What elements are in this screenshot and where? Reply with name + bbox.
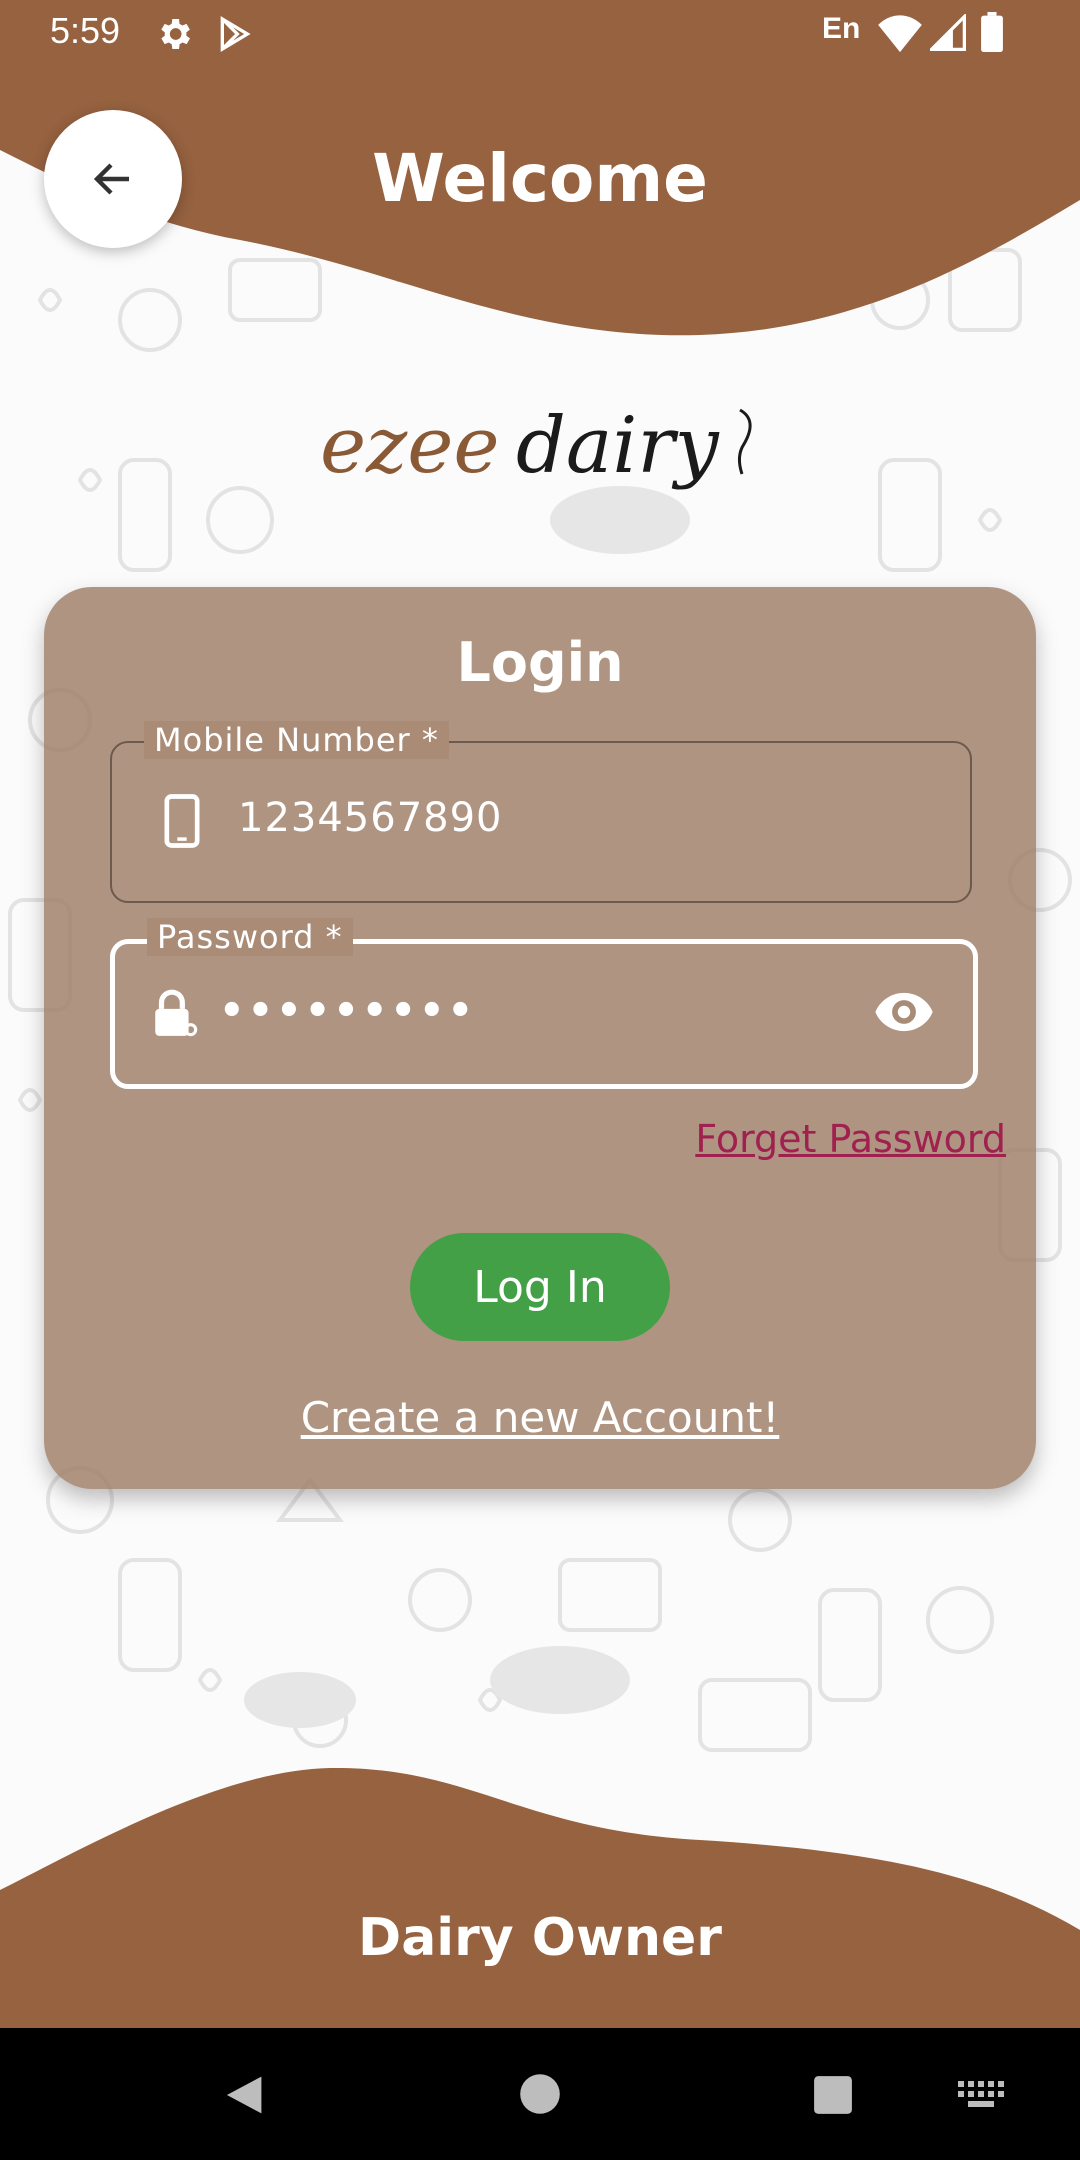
navigation-bar <box>0 2028 1080 2160</box>
footer-wave <box>0 1767 1080 2030</box>
recents-square-icon[interactable] <box>812 2074 854 2116</box>
keyboard-icon[interactable] <box>958 2080 1006 2110</box>
back-triangle-icon[interactable] <box>220 2072 266 2118</box>
role-label: Dairy Owner <box>358 1908 722 1968</box>
eye-icon[interactable] <box>873 988 935 1036</box>
login-screen: 5:59 En Welcome ezee dairy Login Mobile … <box>0 0 1080 2160</box>
mobile-number-field[interactable]: Mobile Number * 1234567890 <box>110 721 972 903</box>
password-field[interactable]: Password * ••••••••• <box>110 918 978 1089</box>
gear-icon <box>161 19 190 49</box>
password-value: ••••••••• <box>219 988 477 1034</box>
signal-icon <box>930 14 966 51</box>
wifi-icon <box>878 15 922 53</box>
forgot-password-link[interactable]: Forget Password <box>695 1117 1006 1161</box>
create-account-link[interactable]: Create a new Account! <box>44 1393 1036 1442</box>
svg-text:dairy: dairy <box>516 401 720 491</box>
svg-text:ezee: ezee <box>320 401 500 491</box>
mobile-number-label: Mobile Number * <box>144 721 449 759</box>
mobile-number-value: 1234567890 <box>238 795 503 841</box>
home-circle-icon[interactable] <box>518 2072 562 2116</box>
status-language: En <box>822 12 861 45</box>
page-title: Welcome <box>372 140 708 217</box>
phone-icon <box>164 794 200 848</box>
password-label: Password * <box>147 918 353 956</box>
lock-icon <box>155 989 198 1037</box>
card-title: Login <box>456 631 624 694</box>
battery-icon <box>981 12 1003 52</box>
login-button[interactable]: Log In <box>410 1233 670 1341</box>
status-bar: 5:59 En <box>0 0 1080 66</box>
status-time: 5:59 <box>50 10 121 51</box>
play-store-icon <box>220 16 251 52</box>
login-card: Login Mobile Number * 1234567890 Passwor… <box>44 587 1036 1489</box>
ezee-dairy-logo: ezee dairy <box>320 401 752 491</box>
